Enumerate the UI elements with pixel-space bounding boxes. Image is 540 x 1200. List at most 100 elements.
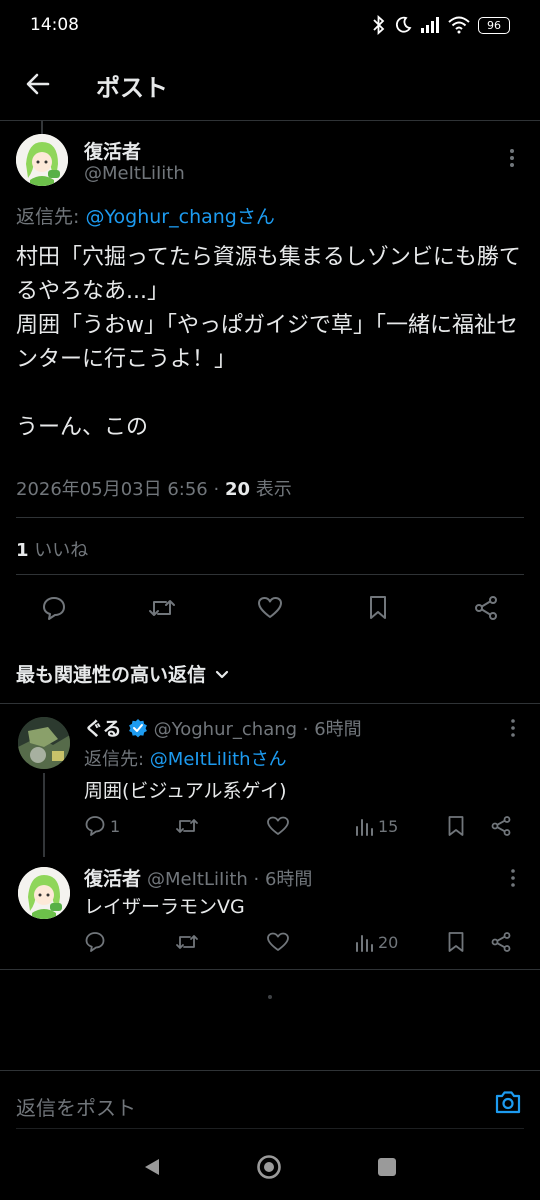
views-chart-icon (356, 935, 373, 952)
page-title: ポスト (96, 74, 168, 102)
views-count: 20 (224, 479, 251, 500)
bookmark-button[interactable] (361, 591, 395, 625)
reply-to-handle[interactable]: @Yoghur_chang (85, 206, 236, 228)
header-divider (0, 120, 540, 121)
more-options-icon[interactable] (504, 146, 520, 170)
back-arrow-icon[interactable] (24, 70, 52, 98)
reply-avatar[interactable] (18, 717, 70, 769)
author-name[interactable]: 復活者 (84, 137, 141, 164)
likes-divider (16, 574, 524, 575)
signal-icon (421, 17, 439, 33)
reply-share-button[interactable] (490, 815, 512, 837)
reply-repost-button[interactable] (175, 815, 199, 837)
reply-to-line: 返信先: @Yoghur_changさん (16, 202, 275, 229)
reply-reply-button[interactable] (84, 931, 106, 953)
nav-recents-icon[interactable] (377, 1157, 397, 1177)
bookmark-icon (448, 932, 464, 952)
top-bar: ポスト (0, 58, 540, 110)
reply-views[interactable]: 15 (354, 815, 398, 837)
reply-header: 復活者 @MeItLiIith · 6時間 (84, 864, 312, 891)
views-chart-icon (356, 819, 373, 836)
repost-icon (149, 600, 175, 616)
reply-to-prefix: 返信先: (16, 206, 86, 228)
reply-icon (43, 597, 65, 620)
post-meta: 2026年05月03日 6:56 · 20 表示 (16, 475, 292, 501)
reply-author-handle[interactable]: @Yoghur_chang · 6時間 (154, 715, 362, 741)
share-icon (491, 932, 511, 952)
camera-icon[interactable] (494, 1089, 522, 1115)
reply-text: レイザーラモンVG (84, 896, 245, 918)
reply-button[interactable] (37, 591, 71, 625)
reply-thread-line (43, 773, 45, 857)
views-label: 表示 (255, 479, 292, 500)
author-avatar[interactable] (16, 134, 68, 186)
reply-avatar-image (18, 867, 70, 919)
reply-text: 周囲(ビジュアル系ゲイ) (84, 780, 287, 802)
replies-divider (0, 703, 540, 704)
reply-author-name[interactable]: ぐる (84, 714, 122, 741)
reply-bookmark-button[interactable] (446, 815, 466, 837)
loading-indicator (268, 995, 272, 999)
repost-icon (176, 819, 198, 833)
author-handle[interactable]: @MeItLiIith (84, 163, 185, 184)
replies-sort-selector[interactable]: 最も関連性の高い返信 (16, 660, 230, 687)
reply-repost-button[interactable] (175, 931, 199, 953)
meta-separator: · (213, 479, 220, 500)
reply-to-handle[interactable]: @MeItLiIith (150, 749, 251, 770)
reply-composer-input[interactable]: 返信をポスト (16, 1092, 136, 1121)
bookmark-icon (370, 596, 386, 619)
post-timestamp[interactable]: 2026年05月03日 6:56 (16, 479, 208, 500)
post-text: 村田「穴掘ってたら資源も集まるしゾンビにも勝てるやろなあ...」 周囲「うおw」… (16, 245, 521, 440)
nav-back-icon[interactable] (141, 1156, 163, 1178)
chevron-down-icon (215, 670, 229, 678)
reply-more-icon[interactable] (506, 717, 520, 739)
reply-like-button[interactable] (266, 931, 290, 953)
reply-author-name[interactable]: 復活者 (84, 864, 141, 891)
reply-header: ぐる @Yoghur_chang · 6時間 (84, 714, 362, 741)
reply-views[interactable]: 20 (354, 931, 398, 953)
reply-to-suffix: さん (236, 206, 275, 228)
bookmark-icon (448, 816, 464, 836)
bluetooth-icon (373, 15, 385, 35)
likes-label: いいね (34, 540, 89, 561)
reply-share-button[interactable] (490, 931, 512, 953)
moon-icon (395, 16, 412, 33)
meta-divider (16, 517, 524, 518)
reply-to-line: 返信先: @MeItLiIithさん (84, 745, 287, 771)
wifi-icon (448, 16, 470, 34)
nav-home-icon[interactable] (256, 1154, 282, 1180)
share-icon (491, 816, 511, 836)
reply-icon (85, 816, 105, 836)
replies-end-divider (0, 969, 540, 970)
share-icon (475, 596, 497, 620)
repost-icon (176, 935, 198, 949)
reply-to-suffix: さん (250, 749, 287, 770)
reply-like-button[interactable] (266, 815, 290, 837)
repost-button[interactable] (145, 591, 179, 625)
reply-more-icon[interactable] (506, 867, 520, 889)
reply-views-count: 20 (378, 932, 399, 952)
likes-summary[interactable]: 1 いいね (16, 536, 88, 562)
like-button[interactable] (253, 591, 287, 625)
composer-underline (16, 1128, 524, 1129)
share-button[interactable] (469, 591, 503, 625)
status-icons: 96 (372, 14, 510, 36)
reply-to-prefix: 返信先: (84, 749, 150, 770)
reply-bookmark-button[interactable] (446, 931, 466, 953)
replies-sort-label: 最も関連性の高い返信 (16, 664, 207, 686)
status-time: 14:08 (30, 15, 79, 35)
likes-count: 1 (16, 540, 29, 561)
thread-line (41, 120, 43, 134)
verified-badge-icon (128, 718, 147, 737)
heart-icon (267, 816, 289, 835)
reply-avatar-image (18, 717, 70, 769)
heart-icon (258, 597, 282, 618)
reply-avatar[interactable] (18, 867, 70, 919)
avatar-image (16, 134, 68, 186)
status-bar: 14:08 96 (0, 0, 540, 50)
reply-icon (85, 932, 105, 952)
reply-count: 1 (110, 816, 121, 836)
reply-author-handle[interactable]: @MeItLiIith · 6時間 (147, 865, 312, 891)
reply-reply-button[interactable]: 1 (84, 815, 120, 837)
system-nav-bar (0, 1132, 540, 1200)
